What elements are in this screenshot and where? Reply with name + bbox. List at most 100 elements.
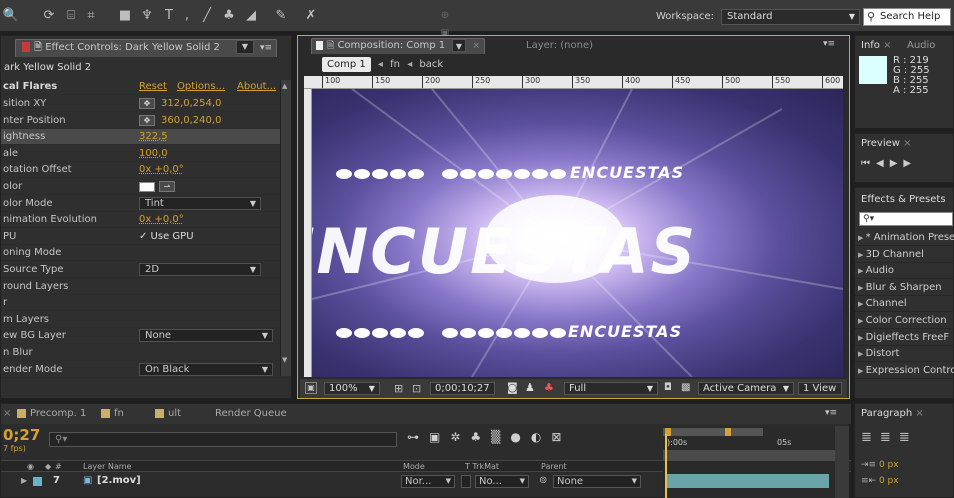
- effect-property-dropdown[interactable]: Tint ▼: [139, 196, 261, 210]
- expand-triangle-icon[interactable]: ▶: [858, 367, 866, 375]
- effects-category-item[interactable]: ▶ 3D Channel: [855, 247, 954, 263]
- camera-tool-icon[interactable]: ⌸: [62, 7, 80, 25]
- expand-triangle-icon[interactable]: ▶: [858, 300, 866, 308]
- expand-triangle-icon[interactable]: ▶: [858, 334, 866, 342]
- effect-property-row[interactable]: round Layers: [1, 279, 289, 295]
- draft-3d-icon[interactable]: ▣: [429, 430, 450, 444]
- breadcrumb-back[interactable]: back: [419, 59, 443, 70]
- effect-property-value[interactable]: 312,0,254,0: [161, 96, 221, 112]
- hand-tool-icon[interactable]: 🔍: [2, 7, 20, 25]
- clone-stamp-tool-icon[interactable]: ♣: [220, 7, 238, 25]
- options-link[interactable]: Options...: [177, 79, 225, 95]
- pickwhip-icon[interactable]: ⊚: [539, 473, 547, 489]
- always-preview-icon[interactable]: ▣: [305, 382, 317, 394]
- effects-category-item[interactable]: ▶ Expression Contro: [855, 363, 954, 379]
- effect-property-row[interactable]: olor ⇀: [1, 179, 289, 195]
- work-area-end[interactable]: [725, 428, 731, 436]
- timeline-tab[interactable]: fn: [101, 408, 124, 419]
- layer-duration-bar[interactable]: [667, 474, 829, 488]
- current-time-indicator[interactable]: [665, 434, 667, 498]
- effect-property-value[interactable]: 360,0,240,0: [161, 113, 221, 129]
- effect-property-row[interactable]: oning Mode: [1, 245, 289, 262]
- expand-triangle-icon[interactable]: ▶: [858, 267, 866, 275]
- views-select[interactable]: 1 View: [798, 382, 842, 395]
- close-icon[interactable]: ×: [903, 138, 911, 149]
- brush-tool-icon[interactable]: ╱: [198, 7, 216, 25]
- tab-audio[interactable]: Audio: [907, 40, 935, 51]
- use-gpu-checkbox[interactable]: ✓ Use GPU: [139, 229, 194, 245]
- motion-blur-icon[interactable]: ▒: [491, 430, 510, 444]
- pan-behind-tool-icon[interactable]: ⌗: [82, 7, 100, 25]
- effect-property-row[interactable]: ale 100,0: [1, 146, 289, 162]
- reset-link[interactable]: Reset: [139, 79, 167, 95]
- align-left-icon[interactable]: ≣: [861, 430, 880, 445]
- layer-name[interactable]: [2.mov]: [97, 473, 141, 489]
- timeline-tab[interactable]: Render Queue: [215, 408, 287, 419]
- expand-triangle-icon[interactable]: ▶: [858, 317, 866, 325]
- snapshot-icon[interactable]: ◙: [507, 381, 518, 394]
- effect-property-row[interactable]: Source Type 2D ▼: [1, 262, 289, 278]
- camera-select[interactable]: Active Camera ▼: [698, 382, 794, 395]
- effect-name[interactable]: cal Flares: [3, 79, 57, 95]
- layer-label-color[interactable]: [33, 477, 42, 486]
- effect-property-dropdown[interactable]: None ▼: [139, 329, 273, 343]
- layer-trkmat-select[interactable]: No... ▼: [475, 475, 529, 488]
- effect-property-row[interactable]: ightness 322,5: [1, 129, 289, 146]
- layer-mode-select[interactable]: Nor... ▼: [401, 475, 455, 488]
- expand-triangle-icon[interactable]: ▶: [858, 234, 866, 242]
- effect-property-row[interactable]: sition XY ✥ 312,0,254,0: [1, 96, 289, 112]
- effects-category-item[interactable]: ▶ Distort: [855, 346, 954, 363]
- effects-category-item[interactable]: ▶ Channel: [855, 296, 954, 313]
- effect-property-row[interactable]: ew BG Layer None ▼: [1, 328, 289, 345]
- expand-triangle-icon[interactable]: ▶: [21, 473, 27, 489]
- effects-category-item[interactable]: ▶ Digieffects FreeF: [855, 330, 954, 346]
- panel-menu-icon[interactable]: ▾≡: [825, 408, 837, 418]
- graph-editor-icon[interactable]: ◐: [531, 430, 551, 444]
- transparency-grid-icon[interactable]: ▩: [681, 382, 690, 393]
- effect-property-row[interactable]: PU ✓ Use GPU: [1, 229, 289, 245]
- channel-icon[interactable]: ♣: [544, 381, 554, 394]
- effect-property-value[interactable]: 0x +0,0°: [139, 162, 184, 178]
- rotate-tool-icon[interactable]: ⟳: [40, 7, 58, 25]
- mask-tool-icon[interactable]: ■: [116, 7, 134, 25]
- comp-select-dropdown[interactable]: ▼: [452, 39, 466, 52]
- zoom-select[interactable]: 100% ▼: [324, 382, 380, 395]
- puppet-tool-icon[interactable]: ✗: [302, 7, 320, 25]
- live-update-icon[interactable]: ⊠: [551, 430, 571, 444]
- effect-property-dropdown[interactable]: On Black ▼: [139, 362, 273, 376]
- close-icon[interactable]: ×: [3, 408, 11, 419]
- effect-property-value[interactable]: 100,0: [139, 146, 168, 162]
- preserve-transparency-toggle[interactable]: [461, 475, 471, 488]
- type-tool-icon[interactable]: T: [160, 7, 178, 25]
- timeline-tab[interactable]: ult: [155, 408, 181, 419]
- effect-property-row[interactable]: m Layers: [1, 312, 289, 328]
- expand-triangle-icon[interactable]: ▶: [858, 284, 866, 292]
- effect-property-row[interactable]: otation Offset 0x +0,0°: [1, 162, 289, 179]
- region-of-interest-icon[interactable]: ◘: [664, 382, 672, 393]
- color-swatch[interactable]: [139, 182, 155, 192]
- effect-property-row[interactable]: nimation Evolution 0x +0,0°: [1, 212, 289, 229]
- layer-row[interactable]: ▶ 7 ▣ [2.mov] Nor... ▼ No... ▼ ⊚ None ▼: [1, 473, 661, 489]
- close-icon[interactable]: ×: [915, 408, 923, 419]
- search-help-input[interactable]: ⚲ Search Help: [863, 8, 951, 26]
- effect-property-value[interactable]: 0x +0,0°: [139, 212, 184, 228]
- effects-category-item[interactable]: ▶ Blur & Sharpen: [855, 280, 954, 296]
- crosshair-icon[interactable]: ✥: [139, 98, 155, 109]
- type-tool-arrow-icon[interactable]: ,: [178, 7, 196, 25]
- effect-property-row[interactable]: ender Mode On Black ▼: [1, 362, 289, 378]
- effect-property-dropdown[interactable]: 2D ▼: [139, 263, 261, 276]
- about-link[interactable]: About...: [237, 79, 276, 95]
- layer-name-header[interactable]: Layer Name: [83, 461, 131, 472]
- effects-category-item[interactable]: ▶ Audio: [855, 263, 954, 280]
- timeline-tab[interactable]: Precomp. 1: [17, 408, 86, 419]
- pen-tool-icon[interactable]: ♆: [138, 7, 156, 25]
- work-area-bar[interactable]: [663, 428, 763, 436]
- timeline-graph[interactable]: ):00s 05s: [663, 426, 835, 498]
- current-time-display[interactable]: 0;27: [3, 428, 40, 443]
- show-snapshot-icon[interactable]: ♟: [525, 381, 535, 394]
- effect-property-row[interactable]: r: [1, 295, 289, 312]
- close-icon[interactable]: ×: [883, 40, 891, 51]
- first-frame-icon[interactable]: ⏮: [861, 158, 876, 169]
- timeline-search-input[interactable]: ⚲▾: [49, 432, 397, 447]
- axis-mode-icon[interactable]: ⊕ ▣ ⊠: [436, 7, 454, 57]
